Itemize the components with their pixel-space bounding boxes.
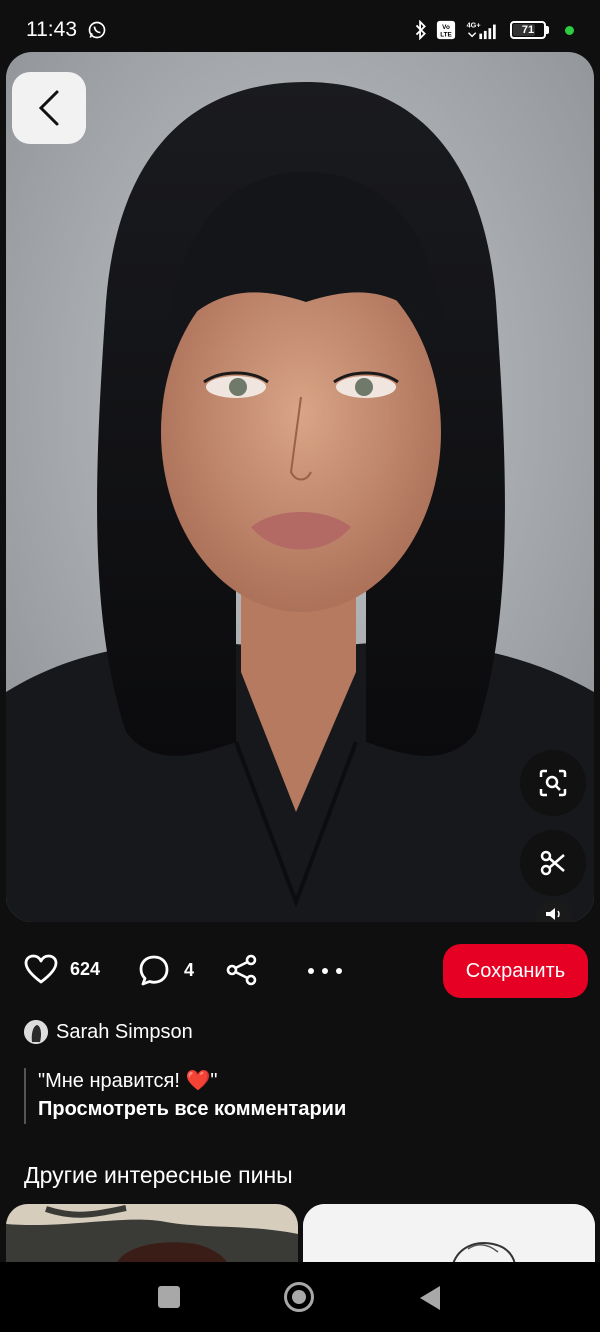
- action-row: 624 4 Сохранить: [0, 944, 600, 998]
- battery-icon: 71: [510, 21, 549, 39]
- likes-count: 624: [70, 958, 101, 979]
- lens-search-icon: [539, 769, 567, 797]
- more-pins-title: Другие интересные пины: [24, 1162, 293, 1188]
- green-dot: [565, 25, 574, 35]
- share-icon: [226, 954, 257, 986]
- view-all-comments-link[interactable]: Просмотреть все комментарии: [38, 1094, 346, 1124]
- like-button[interactable]: 624: [24, 954, 100, 984]
- dot-icon: [336, 968, 342, 974]
- more-options-button[interactable]: [308, 956, 342, 986]
- visual-search-button[interactable]: [520, 750, 586, 816]
- status-time: 11:43: [26, 18, 77, 41]
- comment-button[interactable]: 4: [138, 954, 194, 986]
- latest-comment: "Мне нравится! ❤️": [38, 1070, 218, 1092]
- status-bar: 11:43 Vo LTE 4G+ 71: [0, 0, 600, 60]
- pin-photo: [6, 52, 594, 922]
- cutout-button[interactable]: [520, 830, 586, 896]
- dot-icon: [308, 968, 314, 974]
- author[interactable]: Sarah Simpson: [24, 1020, 193, 1044]
- chevron-left-icon: [38, 90, 59, 126]
- system-nav-bar: [0, 1262, 600, 1332]
- status-icons: Vo LTE 4G+ 71: [414, 20, 574, 40]
- related-pin-image: [6, 1204, 298, 1264]
- volte-icon: Vo LTE: [436, 20, 456, 40]
- author-name[interactable]: Sarah Simpson: [56, 1021, 193, 1044]
- related-pin[interactable]: [303, 1204, 595, 1264]
- speaker-icon: [546, 908, 560, 920]
- related-pin[interactable]: [6, 1204, 298, 1264]
- back-button[interactable]: [12, 72, 86, 144]
- comments-count: 4: [184, 959, 195, 980]
- save-button[interactable]: Сохранить: [443, 944, 588, 998]
- svg-text:LTE: LTE: [440, 31, 452, 38]
- whatsapp-icon: [88, 21, 106, 39]
- comment-preview: "Мне нравится! ❤️" Просмотреть все комме…: [24, 1068, 346, 1124]
- heart-icon: [24, 954, 58, 984]
- comment-icon: [139, 955, 169, 986]
- signal-icon: 4G+: [467, 20, 496, 40]
- svg-text:Vo: Vo: [442, 24, 450, 31]
- network-label: 4G+: [467, 20, 481, 29]
- related-pin-image: [303, 1204, 595, 1264]
- back-triangle-icon[interactable]: [420, 1286, 440, 1310]
- recents-icon[interactable]: [158, 1286, 180, 1308]
- bluetooth-icon: [415, 20, 426, 40]
- avatar: [24, 1020, 48, 1044]
- home-icon[interactable]: [284, 1282, 314, 1312]
- scissors-icon: [540, 850, 565, 876]
- dot-icon: [322, 968, 328, 974]
- pin-image[interactable]: [6, 52, 594, 922]
- share-button[interactable]: [226, 954, 258, 991]
